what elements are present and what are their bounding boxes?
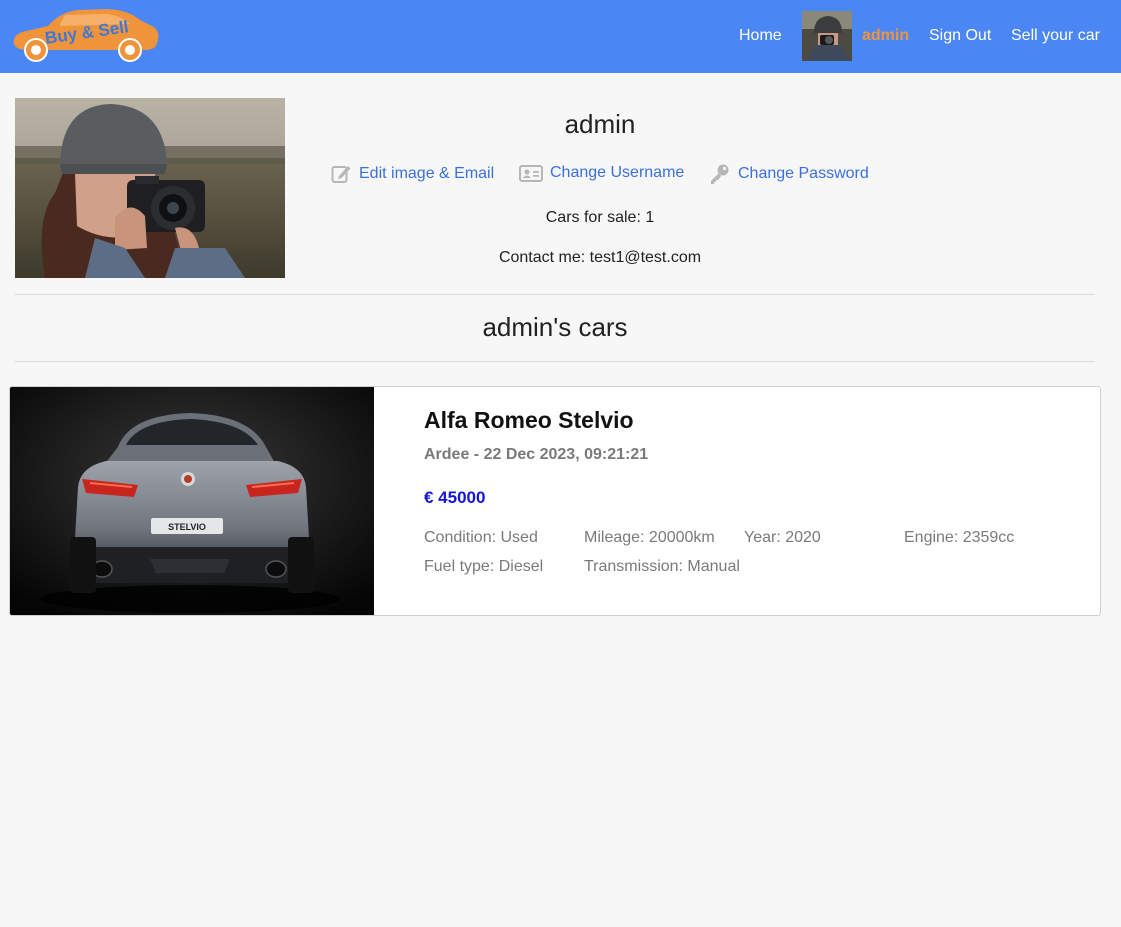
id-card-icon — [519, 165, 543, 182]
nav-sign-out-link[interactable]: Sign Out — [929, 26, 991, 46]
car-price: € 45000 — [424, 488, 486, 507]
change-password-link[interactable]: Change Password — [709, 163, 869, 185]
change-username-label: Change Username — [550, 164, 685, 181]
car-card[interactable]: STELVIO Alfa Romeo Stelvio Ardee - 22 De… — [9, 386, 1101, 616]
contact-info: Contact me: test1@test.com — [300, 249, 900, 267]
contact-email: test1@test.com — [589, 249, 702, 266]
site-logo[interactable]: Buy & Sell — [8, 6, 162, 64]
key-icon — [711, 164, 729, 184]
car-transmission: Transmission: Manual — [584, 558, 740, 575]
divider — [15, 294, 1095, 295]
car-year: Year: 2020 — [744, 529, 821, 546]
nav-avatar[interactable] — [802, 11, 852, 61]
profile-name: admin — [564, 109, 636, 139]
change-username-link[interactable]: Change Username — [519, 163, 684, 183]
profile-photo — [15, 98, 285, 278]
cars-for-sale-count: Cars for sale: 1 — [545, 209, 655, 226]
car-mileage: Mileage: 20000km — [584, 529, 715, 546]
nav-sell-car-link[interactable]: Sell your car — [1011, 26, 1100, 46]
car-engine: Engine: 2359cc — [904, 529, 1015, 546]
divider — [15, 361, 1095, 362]
car-location-date: Ardee - 22 Dec 2023, 09:21:21 — [424, 446, 649, 463]
car-badge-text: STELVIO — [168, 522, 206, 532]
nav-home-link[interactable]: Home — [739, 26, 782, 46]
cars-section-title: admin's cars — [482, 312, 628, 342]
contact-label: Contact me: — [498, 249, 586, 266]
edit-image-email-label: Edit image & Email — [359, 164, 495, 182]
navbar: Buy & Sell Home admin Sign Out Sell your… — [0, 0, 1121, 73]
car-condition: Condition: Used — [424, 529, 538, 546]
change-password-label: Change Password — [738, 165, 869, 182]
car-photo[interactable]: STELVIO — [10, 387, 374, 615]
edit-image-email-link[interactable]: Edit image & Email — [331, 163, 494, 184]
car-fuel-type: Fuel type: Diesel — [424, 558, 544, 575]
nav-username-link[interactable]: admin — [862, 26, 909, 46]
car-title[interactable]: Alfa Romeo Stelvio — [424, 407, 634, 434]
edit-icon — [331, 166, 351, 183]
